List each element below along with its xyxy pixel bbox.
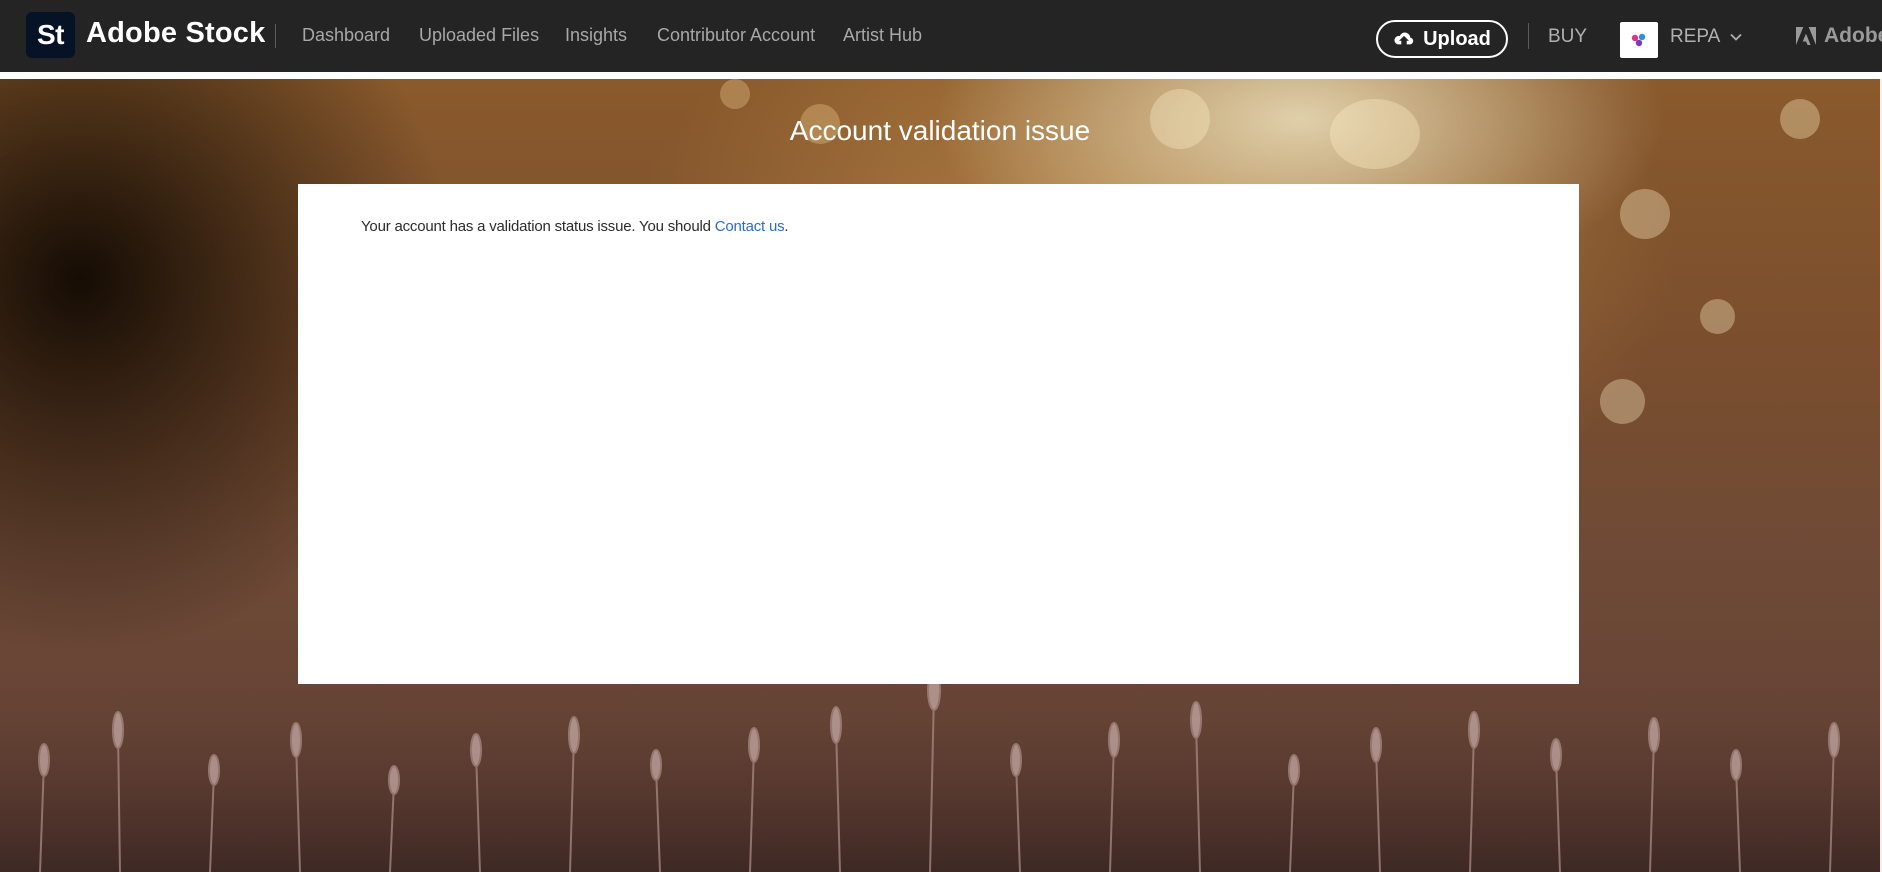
cloud-upload-icon: [1393, 30, 1415, 48]
validation-message: Your account has a validation status iss…: [361, 218, 788, 235]
brand-divider: [275, 24, 276, 48]
nav-insights[interactable]: Insights: [565, 25, 627, 46]
top-navigation-bar: St Adobe Stock Dashboard Uploaded Files …: [0, 0, 1882, 72]
header-divider: [1528, 23, 1529, 49]
user-name: REPA: [1670, 26, 1720, 48]
upload-button-label: Upload: [1423, 28, 1491, 51]
page-title: Account validation issue: [0, 115, 1880, 147]
nav-dashboard[interactable]: Dashboard: [302, 25, 390, 46]
bokeh-light: [1620, 189, 1670, 239]
bokeh-light: [1600, 379, 1645, 424]
user-menu[interactable]: REPA: [1670, 26, 1742, 48]
brand-name[interactable]: Adobe Stock: [86, 17, 265, 50]
adobe-logo-icon: [1796, 27, 1816, 46]
nav-artist-hub[interactable]: Artist Hub: [843, 25, 922, 46]
user-avatar-icon: [1628, 29, 1650, 51]
message-suffix: .: [784, 218, 788, 235]
hero-background: Account validation issue Your account ha…: [0, 79, 1880, 872]
buy-link[interactable]: BUY: [1548, 26, 1587, 48]
adobe-label: Adobe: [1824, 24, 1882, 48]
bokeh-light: [1700, 299, 1735, 334]
contact-us-link[interactable]: Contact us: [715, 218, 785, 235]
nav-contributor-account[interactable]: Contributor Account: [657, 25, 815, 46]
nav-uploaded-files[interactable]: Uploaded Files: [419, 25, 539, 46]
message-card: Your account has a validation status iss…: [298, 184, 1579, 684]
upload-button[interactable]: Upload: [1376, 20, 1508, 58]
message-text: Your account has a validation status iss…: [361, 218, 715, 235]
adobe-link[interactable]: Adobe: [1796, 24, 1882, 48]
chevron-down-icon: [1730, 33, 1742, 41]
avatar[interactable]: [1620, 22, 1658, 58]
adobe-stock-logo[interactable]: St: [26, 12, 75, 58]
bokeh-light: [720, 79, 750, 109]
nav-divider-strip: [0, 72, 1882, 79]
